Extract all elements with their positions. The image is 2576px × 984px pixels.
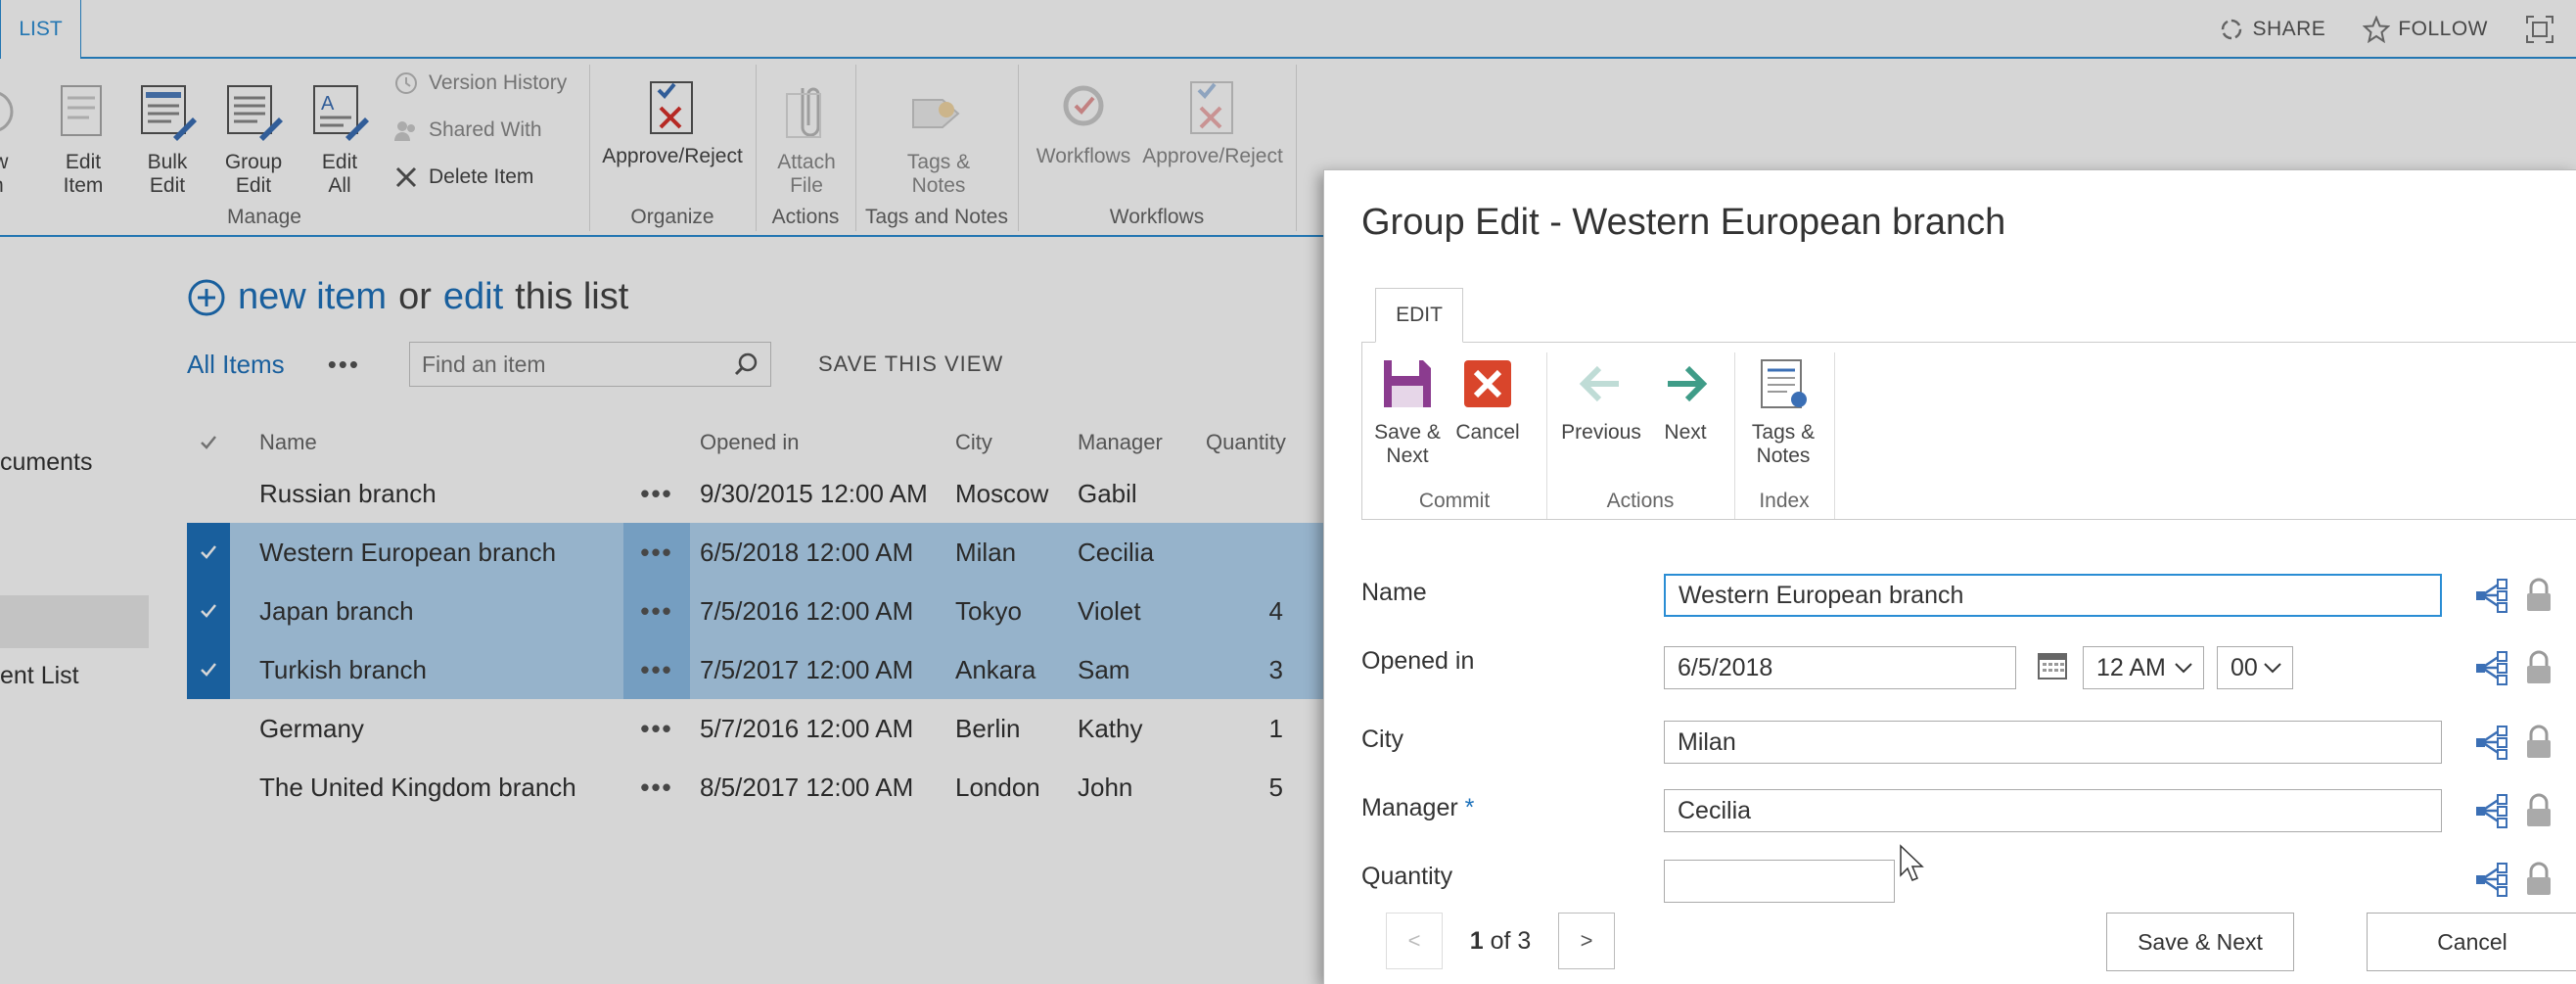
manager-field-value: Cecilia: [1678, 796, 1752, 824]
chevron-down-icon: [2264, 663, 2281, 674]
hierarchy-icon[interactable]: [2474, 578, 2509, 613]
calendar-icon[interactable]: [2036, 648, 2069, 681]
dialog-ribbon: Save & Next Cancel Previous Next Tags & …: [1361, 342, 2576, 520]
city-field-actions: [2474, 725, 2554, 760]
hierarchy-icon[interactable]: [2474, 793, 2509, 828]
ribbon-next-label: Next: [1664, 421, 1707, 444]
quantity-field-label: Quantity: [1361, 863, 1453, 890]
name-field[interactable]: Western European branch: [1664, 574, 2442, 617]
tags-notes-icon: [1761, 359, 1807, 408]
ribbon-cancel-button[interactable]: Cancel: [1450, 354, 1525, 445]
pager-next-button[interactable]: >: [1558, 913, 1615, 969]
pager-total: of 3: [1490, 926, 1532, 955]
group-label-commit: Commit: [1418, 490, 1491, 512]
ribbon-previous-label: Previous: [1561, 421, 1641, 444]
pager: < 1 of 3 >: [1386, 913, 1615, 969]
manager-field-actions: [2474, 793, 2554, 828]
city-field-label: City: [1361, 726, 1404, 753]
name-field-actions: [2474, 578, 2554, 613]
group-label-dialog-actions: Actions: [1606, 490, 1675, 512]
save-next-button[interactable]: Save & Next: [2106, 913, 2294, 971]
opened-date-value: 6/5/2018: [1678, 653, 1773, 681]
opened-hour-value: 12 AM: [2096, 653, 2166, 681]
cancel-button[interactable]: Cancel: [2367, 913, 2576, 971]
hierarchy-icon[interactable]: [2474, 725, 2509, 760]
manager-field[interactable]: Cecilia: [1664, 789, 2442, 832]
manager-field-label: Manager *: [1361, 794, 1474, 822]
name-field-label: Name: [1361, 579, 1427, 606]
pager-current: 1: [1469, 926, 1484, 955]
city-field[interactable]: Milan: [1664, 721, 2442, 764]
ribbon-separator: [1834, 352, 1835, 519]
cancel-icon: [1464, 360, 1511, 407]
lock-icon[interactable]: [2523, 578, 2554, 613]
lock-icon[interactable]: [2523, 650, 2554, 685]
ribbon-tags-notes-button[interactable]: Tags & Notes: [1738, 354, 1828, 468]
group-label-index: Index: [1759, 490, 1810, 512]
pager-prev-button[interactable]: <: [1386, 913, 1443, 969]
opened-minute-select[interactable]: 00: [2217, 646, 2293, 689]
pager-status: 1 of 3: [1443, 927, 1558, 956]
opened-minute-value: 00: [2231, 653, 2258, 681]
dialog-title: Group Edit - Western European branch: [1361, 202, 2006, 243]
quantity-field-actions: [2474, 862, 2554, 897]
ribbon-cancel-label: Cancel: [1455, 421, 1520, 444]
opened-field-label: Opened in: [1361, 647, 1475, 675]
lock-icon[interactable]: [2523, 725, 2554, 760]
quantity-field[interactable]: [1664, 860, 1895, 903]
ribbon-previous-button[interactable]: Previous: [1554, 354, 1648, 445]
ribbon-save-next-button[interactable]: Save & Next: [1370, 354, 1445, 468]
hierarchy-icon[interactable]: [2474, 862, 2509, 897]
opened-hour-select[interactable]: 12 AM: [2083, 646, 2204, 689]
save-icon: [1384, 360, 1431, 407]
tab-edit[interactable]: EDIT: [1375, 288, 1463, 343]
arrow-left-icon: [1579, 365, 1619, 402]
city-field-value: Milan: [1678, 727, 1736, 756]
name-field-value: Western European branch: [1679, 581, 1964, 609]
chevron-down-icon: [2175, 663, 2192, 674]
ribbon-next-button[interactable]: Next: [1650, 354, 1721, 445]
ribbon-tags-notes-label: Tags & Notes: [1751, 421, 1816, 467]
hierarchy-icon[interactable]: [2474, 650, 2509, 685]
ribbon-save-next-label: Save & Next: [1374, 421, 1441, 467]
lock-icon[interactable]: [2523, 793, 2554, 828]
arrow-right-icon: [1668, 365, 1708, 402]
opened-date-field[interactable]: 6/5/2018: [1664, 646, 2016, 689]
mouse-cursor-icon: [1900, 844, 1924, 881]
group-edit-dialog: Group Edit - Western European branch EDI…: [1323, 169, 2576, 984]
required-marker: *: [1464, 794, 1475, 821]
manager-label-text: Manager: [1361, 794, 1458, 821]
lock-icon[interactable]: [2523, 862, 2554, 897]
opened-field-actions: [2474, 650, 2554, 685]
